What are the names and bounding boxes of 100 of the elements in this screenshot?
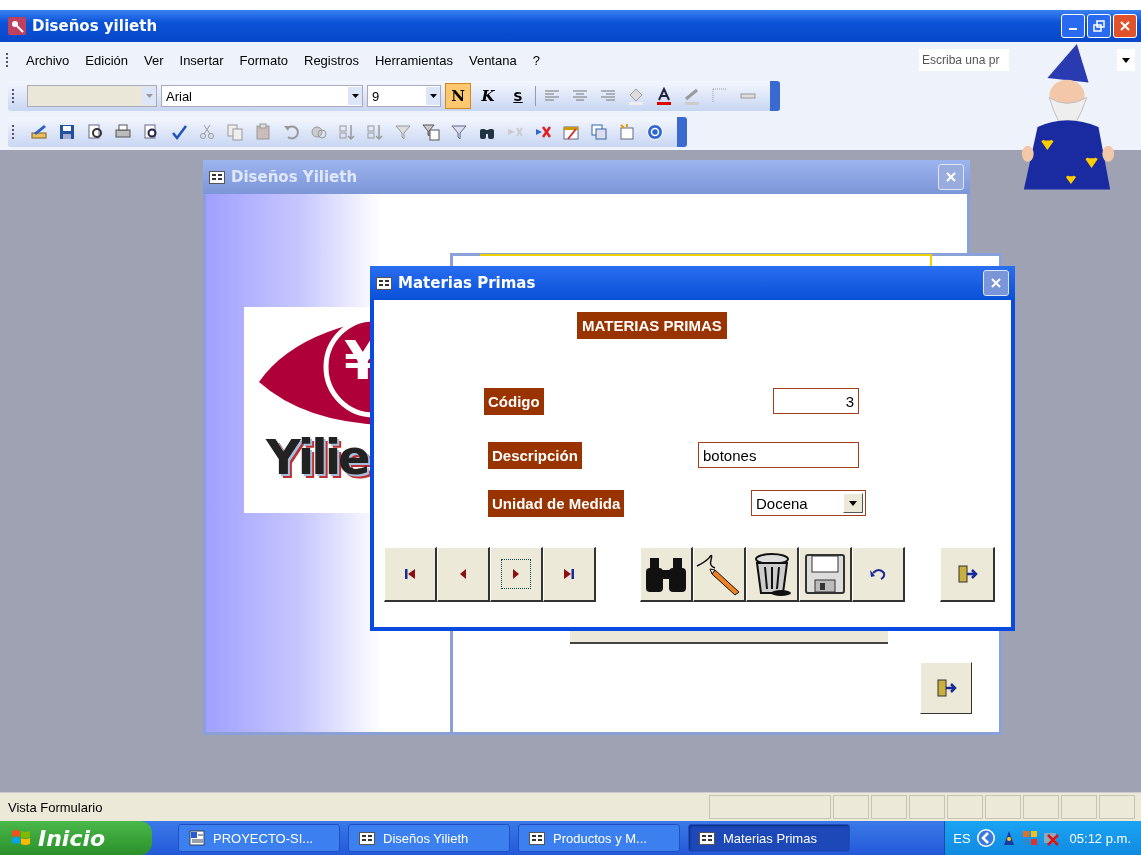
undo-button[interactable] bbox=[852, 547, 905, 602]
printer-icon[interactable] bbox=[114, 123, 132, 141]
funnel-icon[interactable] bbox=[450, 123, 468, 141]
previous-record-button[interactable] bbox=[437, 547, 490, 602]
caret-icon bbox=[849, 500, 857, 506]
disconnected-icon[interactable] bbox=[1042, 830, 1059, 846]
field-label: Código bbox=[484, 388, 544, 415]
taskbar-button[interactable]: PROYECTO-SI... bbox=[178, 824, 340, 852]
spellcheck-icon[interactable] bbox=[170, 123, 188, 141]
key-icon bbox=[8, 17, 26, 35]
door-exit-icon bbox=[956, 563, 978, 585]
menu-item[interactable]: Insertar bbox=[172, 50, 231, 70]
help-icon[interactable] bbox=[646, 123, 664, 141]
close-button[interactable] bbox=[983, 270, 1009, 296]
status-text: Vista Formulario bbox=[7, 799, 103, 815]
close-icon bbox=[1119, 20, 1131, 32]
windows-flag-icon bbox=[10, 828, 32, 848]
status-panel bbox=[1099, 795, 1135, 819]
document-icon bbox=[189, 830, 205, 846]
sort-descending-icon[interactable] bbox=[366, 123, 384, 141]
logo-text: Yilie bbox=[266, 429, 368, 485]
clipboard-icon[interactable] bbox=[254, 123, 272, 141]
fill-bucket-icon[interactable] bbox=[627, 87, 645, 105]
input-field[interactable]: 3 bbox=[773, 388, 859, 414]
form-icon bbox=[699, 831, 715, 845]
scissors-icon[interactable] bbox=[198, 123, 216, 141]
last-record-button[interactable] bbox=[543, 547, 596, 602]
unit-dropdown[interactable]: Docena bbox=[751, 490, 866, 516]
menu-item[interactable]: Ventana bbox=[461, 50, 524, 70]
restore-icon bbox=[1093, 20, 1105, 32]
status-panel bbox=[947, 795, 983, 819]
menu-item[interactable]: Ver bbox=[137, 50, 171, 70]
help-search-field[interactable]: Escriba una pr bbox=[919, 49, 1009, 71]
menu-item[interactable]: Herramientas bbox=[367, 50, 460, 70]
door-exit-icon bbox=[935, 677, 957, 699]
window-title: Diseños Yilieth bbox=[231, 168, 358, 186]
status-panel bbox=[833, 795, 869, 819]
delete-button[interactable] bbox=[746, 547, 799, 602]
first-record-icon bbox=[403, 567, 417, 581]
search-icon[interactable] bbox=[86, 123, 104, 141]
menu-item[interactable]: Registros bbox=[297, 50, 366, 70]
filter-form-icon[interactable] bbox=[422, 123, 440, 141]
taskbar-button[interactable]: Productos y M... bbox=[518, 824, 680, 852]
dropdown-button[interactable] bbox=[1117, 49, 1135, 71]
minimize-button[interactable] bbox=[1061, 14, 1085, 38]
menu-item[interactable]: Edición bbox=[78, 50, 135, 70]
form-icon bbox=[209, 170, 225, 184]
status-panel bbox=[871, 795, 907, 819]
clock: 05:12 p.m. bbox=[1069, 830, 1131, 846]
menu-item[interactable]: Formato bbox=[232, 50, 295, 70]
minimize-icon bbox=[1069, 28, 1077, 30]
font-color-icon[interactable] bbox=[655, 87, 673, 105]
menu-item[interactable]: Archivo bbox=[19, 50, 77, 70]
properties-icon[interactable] bbox=[562, 123, 580, 141]
sort-ascending-icon[interactable] bbox=[338, 123, 356, 141]
new-object-icon[interactable] bbox=[618, 123, 636, 141]
status-panel bbox=[1023, 795, 1059, 819]
last-record-icon bbox=[562, 567, 576, 581]
caret-icon bbox=[351, 94, 359, 98]
save-button[interactable] bbox=[799, 547, 852, 602]
save-icon[interactable] bbox=[58, 123, 76, 141]
find-button[interactable] bbox=[640, 547, 693, 602]
form-icon bbox=[376, 276, 392, 290]
status-panel bbox=[985, 795, 1021, 819]
form-heading: MATERIAS PRIMAS bbox=[577, 312, 727, 339]
next-record-button[interactable] bbox=[490, 547, 543, 602]
italic-button[interactable]: K bbox=[475, 83, 501, 109]
caret-icon bbox=[145, 94, 153, 98]
undo-icon bbox=[869, 567, 887, 581]
underline-button[interactable]: S bbox=[505, 83, 531, 109]
first-record-button[interactable] bbox=[384, 547, 437, 602]
caret-icon bbox=[429, 94, 437, 98]
window-title: Diseños yilieth bbox=[32, 17, 158, 35]
menu-item[interactable]: ? bbox=[525, 50, 547, 70]
caret-icon bbox=[1122, 57, 1130, 63]
input-field[interactable]: botones bbox=[698, 442, 859, 468]
field-label: Unidad de Medida bbox=[488, 490, 625, 517]
status-panel bbox=[1061, 795, 1097, 819]
exit-button[interactable] bbox=[940, 547, 995, 602]
font-dropdown[interactable]: Arial bbox=[161, 85, 363, 107]
taskbar-button[interactable]: Diseños Yilieth bbox=[348, 824, 510, 852]
close-icon bbox=[990, 277, 1002, 289]
field-label: Descripción bbox=[488, 442, 582, 469]
form-icon bbox=[529, 831, 545, 845]
font-size-dropdown[interactable]: 9 bbox=[367, 85, 441, 107]
bold-button[interactable]: N bbox=[445, 83, 471, 109]
database-window-icon[interactable] bbox=[590, 123, 608, 141]
form-icon bbox=[359, 831, 375, 845]
exit-button[interactable] bbox=[920, 662, 972, 714]
window-title: Materias Primas bbox=[398, 274, 536, 292]
network-icon[interactable] bbox=[1021, 830, 1038, 846]
restore-button[interactable] bbox=[1087, 14, 1111, 38]
taskbar-button[interactable]: Materias Primas bbox=[688, 824, 850, 852]
undo-icon[interactable] bbox=[282, 123, 300, 141]
status-panel bbox=[909, 795, 945, 819]
chevron-left-icon[interactable] bbox=[975, 828, 996, 848]
ruler-pencil-icon[interactable] bbox=[30, 123, 48, 141]
edit-button[interactable] bbox=[693, 547, 746, 602]
line-color-icon[interactable] bbox=[683, 87, 701, 105]
close-icon bbox=[945, 171, 957, 183]
